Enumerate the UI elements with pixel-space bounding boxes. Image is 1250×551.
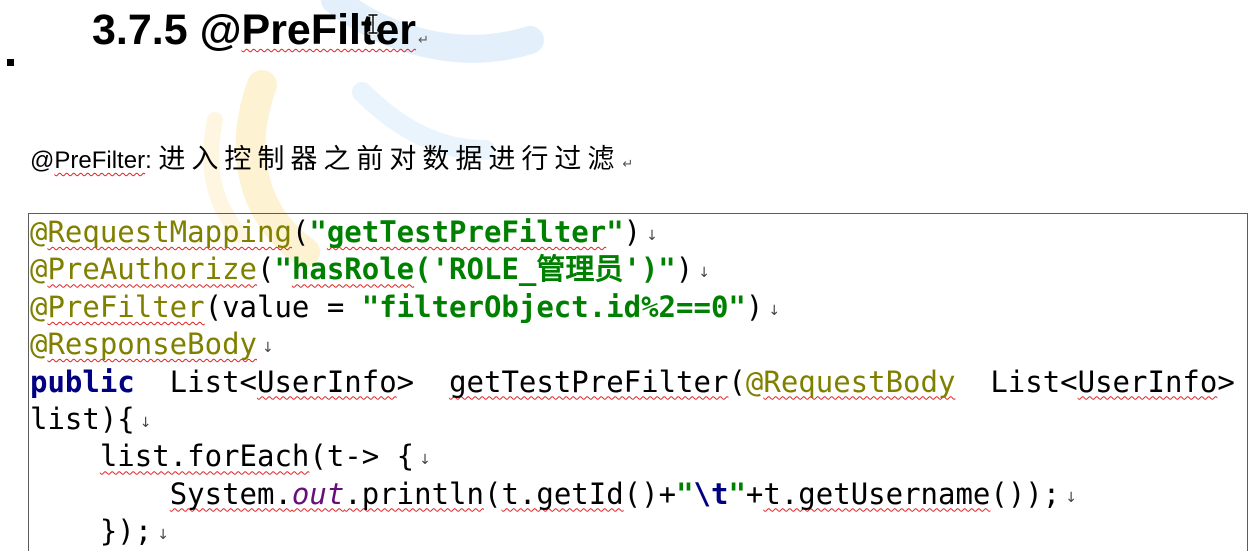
code-token-plain: ( [483, 476, 502, 511]
code-token-plain: + [745, 476, 764, 511]
code-token-annotation: @ [30, 252, 48, 287]
code-token-string: " [274, 252, 292, 287]
code-token-string: " [676, 476, 694, 511]
code-token-plain: UserInfo [256, 364, 397, 399]
code-line: @ResponseBody ↓ [30, 326, 1247, 363]
code-line: System.out.println(t.getId()+"\t"+t.getU… [30, 476, 1247, 513]
document-page[interactable]: 3.7.5 @PreFilter ↵ @PreFilter: 进入控制器之前对数据… [0, 0, 1250, 551]
spellcheck-flagged-word: PreFilter [54, 147, 146, 174]
text-cursor-icon [367, 13, 379, 35]
code-token-plain: }); [30, 514, 153, 549]
code-token-plain: List< [134, 364, 257, 399]
code-token-plain: ()); [990, 476, 1061, 511]
keep-with-next-marker [7, 59, 14, 66]
code-token-plain: > [396, 364, 450, 399]
code-token-plain: .println [344, 476, 484, 511]
line-break-mark: ↓ [139, 414, 152, 431]
code-token-string: " [606, 215, 624, 249]
line-break-mark: ↓ [1065, 489, 1077, 506]
code-token-plain: List< [955, 364, 1078, 399]
code-token-string: hasRole [291, 252, 415, 287]
code-token-annotation: PreFilter [47, 289, 205, 324]
paragraph-mark: ↵ [417, 33, 429, 48]
text-run: 3.7.5 @ [92, 6, 242, 54]
line-break-mark: ↓ [419, 452, 431, 469]
code-token-keyword: public [30, 364, 135, 399]
code-token-plain: t.getUsername [763, 476, 991, 511]
code-token-plain: list.forEach [99, 439, 310, 474]
code-token-string: "filterObject.id%2==0" [361, 289, 746, 324]
code-token-annotation: PreAuthorize [47, 252, 257, 287]
code-token-string: " [309, 215, 327, 249]
code-line: @PreFilter(value = "filterObject.id%2==0… [30, 289, 1247, 326]
code-token-string: getTestPreFilter [326, 215, 607, 249]
text-run: @ [30, 147, 55, 174]
code-token-string: " [728, 476, 746, 511]
code-token-plain: (t-> { [309, 439, 415, 474]
code-token-plain: ()+ [623, 476, 677, 511]
code-line: list.forEach(t-> {↓ [30, 438, 1247, 475]
code-token-plain: ( [291, 215, 310, 249]
code-line: @RequestMapping("getTestPreFilter") ↓ [30, 214, 1247, 251]
code-line: list){↓ [30, 401, 1247, 438]
code-token-annotation: @ [30, 289, 48, 324]
spellcheck-flagged-word: PreFilter [241, 6, 416, 54]
paragraph-mark: ↵ [622, 157, 634, 172]
code-token-plain: ) [745, 289, 764, 324]
line-break-mark: ↓ [698, 265, 710, 282]
code-token-plain: t.getId [501, 476, 624, 511]
code-token-static-field: out [291, 476, 345, 511]
code-block: @RequestMapping("getTestPreFilter") ↓ @Pre… [28, 213, 1248, 551]
code-token-annotation: ResponseBody [47, 327, 257, 362]
text-run: 进入控制器之前对数据进行过滤 [158, 144, 621, 174]
text-run: : [145, 147, 159, 174]
code-token-annotation: RequestMapping [47, 215, 292, 249]
line-break-mark: ↓ [646, 228, 658, 244]
code-token-plain: list){ [30, 401, 135, 436]
code-token-annotation: @ [745, 364, 764, 399]
code-token-annotation: @ [30, 215, 48, 249]
code-token-plain: ) [623, 215, 642, 249]
code-line: }); ↓ [30, 513, 1247, 550]
code-token-string: ('ROLE_管理员')" [414, 252, 676, 287]
code-token-plain: getTestPreFilter [449, 364, 729, 399]
code-token-plain: > [1217, 364, 1235, 399]
line-break-mark: ↓ [157, 527, 169, 544]
code-line: public List<UserInfo> getTestPreFilter(@… [30, 364, 1247, 401]
code-token-annotation: RequestBody [763, 364, 956, 399]
intro-paragraph: @PreFilter: 进入控制器之前对数据进行过滤 ↵ [30, 142, 633, 182]
code-token-plain: UserInfo [1077, 364, 1218, 399]
code-token-annotation: @ [30, 327, 48, 362]
code-token-plain: ( [728, 364, 746, 399]
code-token-plain: ( [256, 252, 275, 287]
code-line: @PreAuthorize("hasRole('ROLE_管理员')") ↓ [30, 251, 1247, 288]
code-token-escape: \t [693, 476, 729, 511]
code-token-plain: System. [169, 476, 292, 511]
line-break-mark: ↓ [768, 302, 781, 319]
code-token-plain: ) [675, 252, 694, 287]
code-token-plain: (value = [204, 289, 362, 324]
code-lines: @RequestMapping("getTestPreFilter") ↓ @Pre… [30, 214, 1247, 551]
line-break-mark: ↓ [261, 340, 274, 357]
